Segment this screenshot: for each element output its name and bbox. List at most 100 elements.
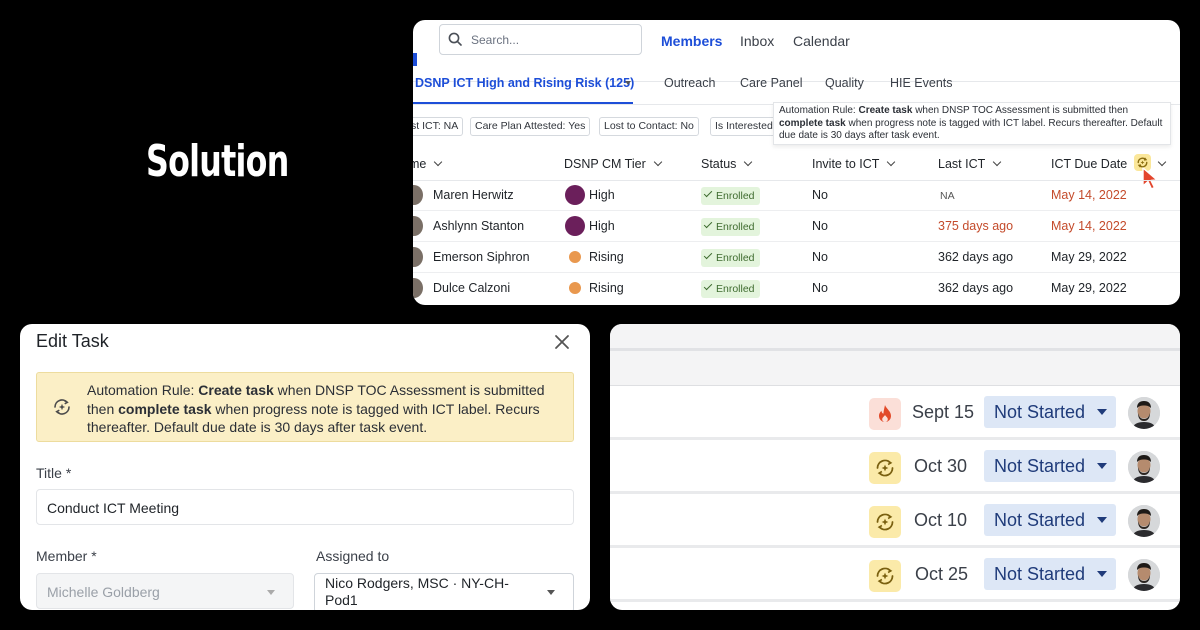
active-tab-indicator (413, 102, 633, 104)
member-name[interactable]: Emerson Siphron (433, 250, 530, 264)
chevron-down-icon (887, 157, 896, 167)
title-value: Conduct ICT Meeting (47, 500, 180, 516)
last-ict-value: NA (940, 190, 955, 202)
due-date-value: May 29, 2022 (1051, 281, 1127, 295)
filter-chip-care-plan[interactable]: Care Plan Attested: Yes (470, 117, 591, 136)
chevron-down-icon (434, 157, 443, 167)
filter-chip-last-ict[interactable]: st ICT: NA (413, 117, 464, 136)
headline: Solution (146, 136, 289, 187)
status-badge: Enrolled (701, 187, 760, 205)
avatar (1128, 397, 1160, 429)
nav-calendar[interactable]: Calendar (793, 33, 850, 49)
task-due-date: Oct 10 (914, 510, 968, 530)
task-due-date: Sept 15 (912, 402, 975, 422)
column-header-tier[interactable]: DSNP CM Tier (564, 157, 662, 171)
alert-action2: complete task (118, 400, 212, 417)
table-row[interactable]: Maren Herwitz High Enrolled No NA May 14… (413, 180, 1180, 211)
last-ict-value: 375 days ago (938, 219, 1014, 233)
task-list-header (610, 324, 1180, 386)
assigned-value: Nico Rodgers, MSC · NY-CH- Pod1 (325, 575, 509, 609)
chevron-down-icon[interactable] (547, 590, 555, 595)
member-name[interactable]: Maren Herwitz (433, 188, 514, 202)
tab-outreach[interactable]: Outreach (664, 76, 715, 90)
check-icon (703, 281, 713, 291)
task-due-date: Oct 25 (915, 564, 969, 584)
alert-action1: Create task (198, 382, 274, 398)
automation-rule-icon (54, 399, 70, 415)
title-label: Title * (36, 465, 72, 481)
nav-inbox[interactable]: Inbox (740, 33, 774, 49)
tab-dsnp-ict[interactable]: DSNP ICT High and Rising Risk (125) (415, 76, 634, 90)
assigned-value-line1: Nico Rodgers, MSC · NY-CH- (325, 575, 509, 591)
assigned-select[interactable]: Nico Rodgers, MSC · NY-CH- Pod1 (314, 573, 574, 610)
tooltip-mid: when DNSP TOC Assessment is submitted th… (912, 105, 1129, 116)
due-date-value: May 14, 2022 (1051, 219, 1127, 233)
chevron-down-icon (1157, 157, 1167, 167)
nav-members[interactable]: Members (661, 33, 722, 49)
task-row[interactable]: Oct 30 Not Started (610, 440, 1180, 494)
search-input[interactable]: Search... (439, 24, 642, 55)
status-dropdown[interactable]: Not Started (984, 558, 1116, 590)
chevron-down-icon (267, 590, 275, 595)
filter-chip-interested[interactable]: Is Interested (710, 117, 778, 136)
automation-rule-icon (869, 560, 901, 592)
task-due-date: Oct 30 (914, 456, 968, 476)
column-header-label: Invite to ICT (812, 157, 880, 171)
member-select: Michelle Goldberg (36, 573, 294, 609)
members-panel: Search... Members Inbox Calendar DSNP IC… (413, 20, 1180, 305)
alert-text: Automation Rule: Create task when DNSP T… (87, 381, 567, 437)
tooltip-prefix: Automation Rule: (779, 105, 859, 116)
avatar (1128, 451, 1160, 483)
member-name[interactable]: Ashlynn Stanton (433, 219, 524, 233)
avatar (413, 185, 423, 205)
status-dropdown[interactable]: Not Started (984, 504, 1116, 536)
assigned-label: Assigned to (316, 548, 390, 564)
status-badge-label: Enrolled (716, 221, 755, 233)
chevron-down-icon (744, 157, 753, 167)
close-icon[interactable] (553, 333, 571, 351)
title-field[interactable]: Conduct ICT Meeting (36, 489, 574, 525)
task-row[interactable]: Oct 10 Not Started (610, 494, 1180, 548)
column-header-label: Status (701, 157, 737, 171)
member-value: Michelle Goldberg (47, 584, 160, 600)
task-row[interactable]: Sept 15 Not Started (610, 386, 1180, 440)
caret-down-icon (1097, 409, 1107, 415)
status-label: Not Started (994, 564, 1086, 584)
invite-value: No (812, 219, 828, 233)
status-label: Not Started (994, 510, 1086, 530)
status-badge: Enrolled (701, 280, 760, 298)
member-name[interactable]: Dulce Calzoni (433, 281, 510, 295)
column-header-last-ict[interactable]: Last ICT (938, 157, 1002, 171)
table-row[interactable]: Ashlynn Stanton High Enrolled No 375 day… (413, 211, 1180, 242)
tab-care-panel[interactable]: Care Panel (740, 76, 803, 90)
avatar (413, 216, 423, 236)
tooltip-action1: Create task (858, 105, 913, 116)
column-header-label: me (413, 157, 427, 171)
header-divider (610, 348, 1180, 351)
tooltip-action2: complete task (779, 117, 846, 129)
column-header-invite[interactable]: Invite to ICT (812, 157, 896, 171)
column-header-status[interactable]: Status (701, 157, 753, 171)
table-row[interactable]: Dulce Calzoni Rising Enrolled No 362 day… (413, 273, 1180, 304)
chevron-down-icon[interactable] (625, 81, 631, 85)
avatar (413, 278, 423, 298)
check-icon (703, 219, 713, 229)
chevron-down-icon (993, 157, 1002, 167)
status-badge-label: Enrolled (716, 283, 755, 295)
caret-down-icon (1097, 517, 1107, 523)
status-dropdown[interactable]: Not Started (984, 396, 1116, 428)
invite-value: No (812, 250, 828, 264)
tab-quality[interactable]: Quality (825, 76, 864, 90)
status-badge-label: Enrolled (716, 252, 755, 264)
table-row[interactable]: Emerson Siphron Rising Enrolled No 362 d… (413, 242, 1180, 273)
task-row[interactable]: Oct 25 Not Started (610, 548, 1180, 602)
alert-prefix: Automation Rule: (87, 382, 199, 398)
filter-chip-lost-contact[interactable]: Lost to Contact: No (599, 117, 699, 136)
status-dropdown[interactable]: Not Started (984, 450, 1116, 482)
search-placeholder: Search... (471, 33, 520, 47)
tab-hie-events[interactable]: HIE Events (890, 76, 953, 90)
check-icon (703, 250, 713, 260)
search-icon (448, 32, 462, 46)
last-ict-value: 362 days ago (938, 250, 1014, 264)
column-header-name[interactable]: me (413, 157, 443, 171)
